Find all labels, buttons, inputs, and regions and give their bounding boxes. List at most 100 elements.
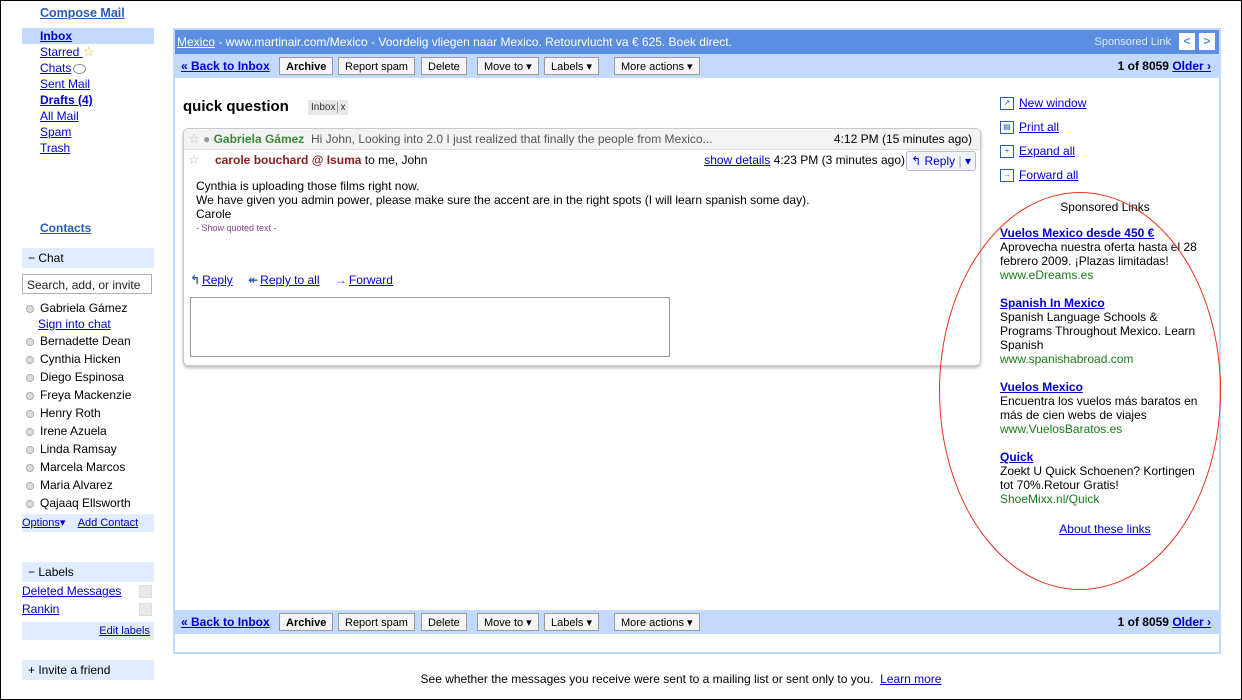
more-actions-button[interactable]: More actions ▾ xyxy=(614,57,700,75)
sponsored-link-label: Sponsored Link xyxy=(1094,36,1171,48)
chat-search-input[interactable]: Search, add, or invite xyxy=(22,274,152,294)
expanded-message-header: ☆ carole bouchard @ Isuma to me, John sh… xyxy=(184,150,980,171)
back-to-inbox-link[interactable]: « Back to Inbox xyxy=(181,613,270,631)
quick-reply-textarea[interactable] xyxy=(190,297,670,357)
label-color-swatch[interactable] xyxy=(139,603,152,616)
nav-drafts[interactable]: Drafts (4) xyxy=(22,92,154,108)
nav-chats[interactable]: Chats xyxy=(22,60,154,76)
nav-sent-mail[interactable]: Sent Mail xyxy=(22,76,154,92)
prev-ad-button[interactable]: < xyxy=(1179,33,1195,50)
more-actions-button[interactable]: More actions ▾ xyxy=(614,613,700,631)
compose-mail-link[interactable]: Compose Mail xyxy=(40,6,125,20)
status-dot-icon xyxy=(26,499,34,508)
back-to-inbox-link[interactable]: « Back to Inbox xyxy=(181,57,270,75)
chat-contact[interactable]: Irene Azuela xyxy=(22,422,154,440)
ad-title[interactable]: Vuelos Mexico desde 450 € xyxy=(1000,226,1210,240)
labels-button[interactable]: Labels ▾ xyxy=(544,57,599,75)
show-quoted-text-link[interactable]: - Show quoted text - xyxy=(196,221,809,235)
collapse-icon[interactable]: − xyxy=(28,251,38,265)
delete-button[interactable]: Delete xyxy=(421,57,467,75)
top-toolbar: « Back to Inbox Archive Report spam Dele… xyxy=(175,54,1219,78)
top-ad-link[interactable]: Mexico xyxy=(177,35,215,49)
star-icon[interactable]: ☆ xyxy=(188,150,200,170)
show-details-link[interactable]: show details xyxy=(704,153,770,167)
status-dot-icon xyxy=(26,427,34,436)
nav-all-mail[interactable]: All Mail xyxy=(22,108,154,124)
chat-self[interactable]: Gabriela Gámez xyxy=(22,300,154,316)
nav-trash[interactable]: Trash xyxy=(22,140,154,156)
chat-header-label: Chat xyxy=(38,251,64,265)
ad-text: Spanish Language Schools & Programs Thro… xyxy=(1000,310,1196,352)
chat-list: Gabriela Gámez Sign into chat Bernadette… xyxy=(22,300,154,512)
print-all-link[interactable]: ▤ Print all xyxy=(1000,118,1086,142)
older-link[interactable]: Older › xyxy=(1172,59,1211,73)
star-icon: ☆ xyxy=(82,44,95,59)
edit-labels-link[interactable]: Edit labels xyxy=(22,622,154,640)
chat-header[interactable]: − Chat xyxy=(22,248,154,268)
labels-header[interactable]: − Labels xyxy=(22,562,154,582)
archive-button[interactable]: Archive xyxy=(279,57,334,75)
label-item[interactable]: Deleted Messages xyxy=(22,582,154,600)
chat-contact-name: Freya Mackenzie xyxy=(40,388,132,402)
ad-item: Spanish In Mexico Spanish Language Schoo… xyxy=(1000,296,1210,366)
report-spam-button[interactable]: Report spam xyxy=(338,57,415,75)
forward-all-link[interactable]: → Forward all xyxy=(1000,166,1086,190)
nav-inbox[interactable]: Inbox xyxy=(22,28,154,44)
new-window-icon: ↗ xyxy=(1000,97,1014,111)
ad-title[interactable]: Spanish In Mexico xyxy=(1000,296,1210,310)
message-sender[interactable]: carole bouchard @ Isuma xyxy=(215,153,361,167)
chat-contact[interactable]: Marcela Marcos xyxy=(22,458,154,476)
forward-all-label[interactable]: Forward all xyxy=(1019,168,1078,182)
chat-contact[interactable]: Linda Ramsay xyxy=(22,440,154,458)
top-ad-description: - www.martinair.com/Mexico - Voordelig v… xyxy=(215,35,732,49)
expand-all-label[interactable]: Expand all xyxy=(1019,144,1075,158)
sign-into-chat-link[interactable]: Sign into chat xyxy=(22,316,154,332)
next-ad-button[interactable]: > xyxy=(1199,33,1215,50)
ad-title[interactable]: Quick xyxy=(1000,450,1210,464)
label-color-swatch[interactable] xyxy=(139,585,152,598)
dropdown-arrow-icon[interactable]: ▾ xyxy=(60,517,66,529)
label-item-name[interactable]: Rankin xyxy=(22,602,59,616)
nav-starred[interactable]: Starred ☆ xyxy=(22,44,154,60)
reply-button[interactable]: ↰ Reply | ▾ xyxy=(906,151,976,171)
chat-contact[interactable]: Maria Alvarez xyxy=(22,476,154,494)
label-item-name[interactable]: Deleted Messages xyxy=(22,584,121,598)
chat-contact[interactable]: Diego Espinosa xyxy=(22,368,154,386)
older-link[interactable]: Older › xyxy=(1172,615,1211,629)
move-to-button[interactable]: Move to ▾ xyxy=(477,613,539,631)
chat-contact[interactable]: Cynthia Hicken xyxy=(22,350,154,368)
contacts-link[interactable]: Contacts xyxy=(40,221,91,235)
message-actions: ↰ Reply ↞ Reply to all → Forward xyxy=(190,273,405,287)
reply-all-link[interactable]: Reply to all xyxy=(260,273,319,287)
learn-more-link[interactable]: Learn more xyxy=(880,672,941,686)
chat-contact[interactable]: Freya Mackenzie xyxy=(22,386,154,404)
remove-label-icon[interactable]: x xyxy=(337,102,346,113)
chat-options-link[interactable]: Options xyxy=(22,517,60,529)
labels-button[interactable]: Labels ▾ xyxy=(544,613,599,631)
reply-all-arrow-icon: ↞ xyxy=(248,273,259,287)
collapse-icon[interactable]: − xyxy=(28,565,38,579)
archive-button[interactable]: Archive xyxy=(279,613,334,631)
chat-contact[interactable]: Qajaaq Ellsworth xyxy=(22,494,154,512)
reply-dropdown-icon[interactable]: ▾ xyxy=(965,154,971,168)
print-all-label[interactable]: Print all xyxy=(1019,120,1059,134)
about-these-links[interactable]: About these links xyxy=(1000,522,1210,536)
ad-title[interactable]: Vuelos Mexico xyxy=(1000,380,1210,394)
move-to-button[interactable]: Move to ▾ xyxy=(477,57,539,75)
reply-link[interactable]: Reply xyxy=(202,273,233,287)
new-window-link[interactable]: ↗ New window xyxy=(1000,94,1086,118)
label-item[interactable]: Rankin xyxy=(22,600,154,618)
star-icon[interactable]: ☆ xyxy=(188,129,200,149)
chat-contact[interactable]: Bernadette Dean xyxy=(22,332,154,350)
add-contact-link[interactable]: Add Contact xyxy=(78,517,139,529)
expand-all-link[interactable]: + Expand all xyxy=(1000,142,1086,166)
nav-chats-label[interactable]: Chats xyxy=(40,61,71,75)
report-spam-button[interactable]: Report spam xyxy=(338,613,415,631)
chat-contact[interactable]: Henry Roth xyxy=(22,404,154,422)
delete-button[interactable]: Delete xyxy=(421,613,467,631)
forward-link[interactable]: Forward xyxy=(349,273,393,287)
new-window-label[interactable]: New window xyxy=(1019,96,1086,110)
nav-spam[interactable]: Spam xyxy=(22,124,154,140)
collapsed-message[interactable]: ☆ ● Gabriela Gámez Hi John, Looking into… xyxy=(184,129,980,150)
nav-starred-label[interactable]: Starred xyxy=(40,45,79,59)
